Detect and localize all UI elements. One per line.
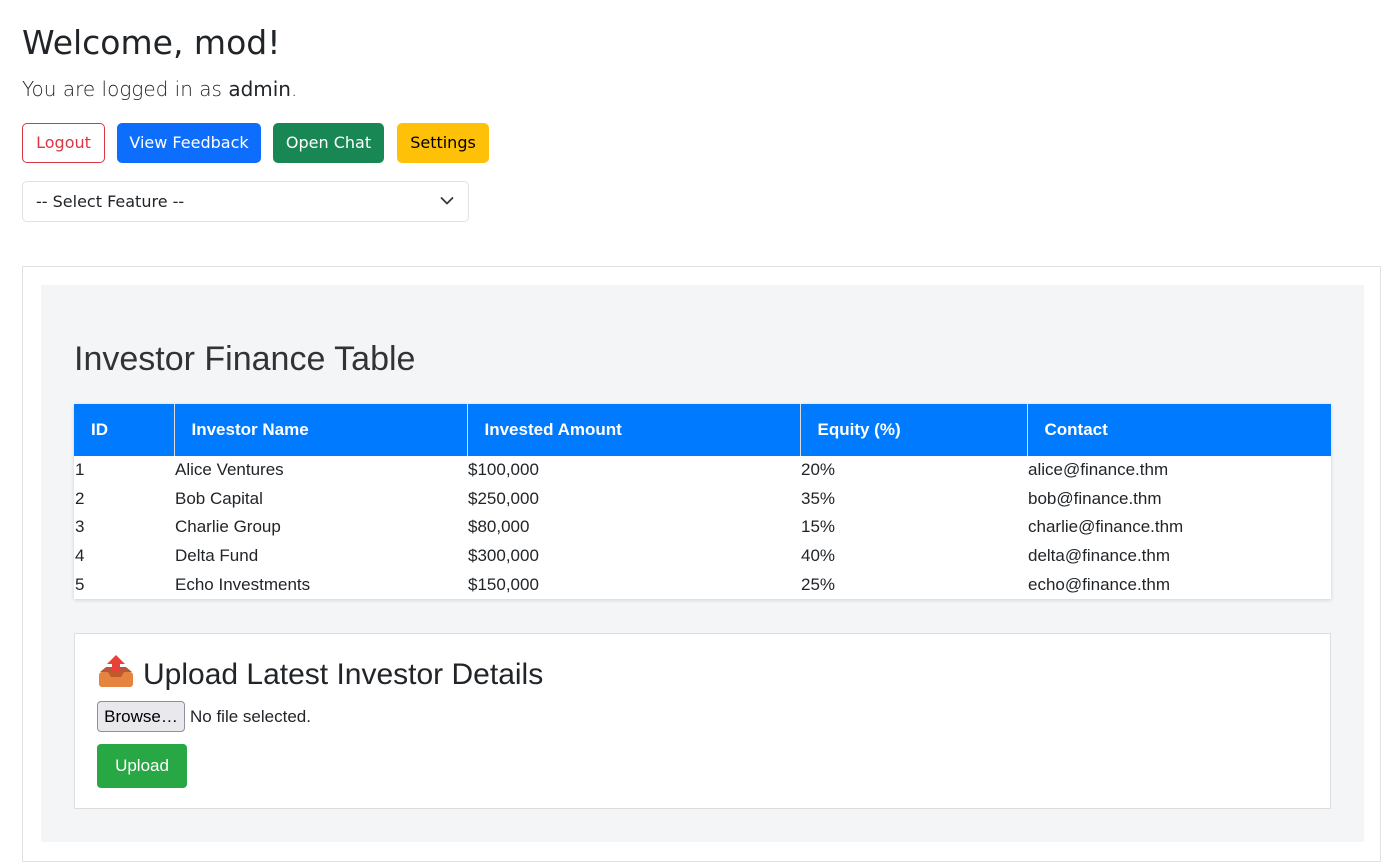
cell-id: 2: [75, 488, 85, 508]
table-header-row: ID Investor Name Invested Amount Equity …: [74, 404, 1331, 456]
cell-equity: 15%: [801, 517, 836, 537]
table-row: 5 Echo Investments $150,000 25% echo@fin…: [74, 570, 1331, 599]
cell-contact: delta@finance.thm: [1028, 546, 1171, 566]
browse-file-button[interactable]: Browse…: [97, 701, 185, 732]
cell-equity: 40%: [801, 546, 836, 566]
settings-button[interactable]: Settings: [397, 123, 489, 163]
column-header-equity: Equity (%): [800, 404, 1028, 456]
cell-contact: echo@finance.thm: [1028, 574, 1171, 594]
table-row: 4 Delta Fund $300,000 40% delta@finance.…: [74, 542, 1331, 571]
cell-invested-amount: $250,000: [468, 488, 539, 508]
view-feedback-button[interactable]: View Feedback: [117, 123, 261, 163]
cell-investor-name: Delta Fund: [175, 546, 259, 566]
upload-heading: Upload Latest Investor Details: [97, 654, 543, 694]
cell-contact: charlie@finance.thm: [1028, 517, 1184, 537]
investor-table: ID Investor Name Invested Amount Equity …: [74, 404, 1331, 599]
cell-id: 3: [75, 517, 85, 537]
upload-button[interactable]: Upload: [97, 744, 187, 788]
finance-table-title: Investor Finance Table: [74, 340, 416, 378]
table-row: 1 Alice Ventures $100,000 20% alice@fina…: [74, 456, 1331, 485]
cell-invested-amount: $300,000: [468, 546, 539, 566]
cell-id: 5: [75, 574, 85, 594]
finance-panel: Investor Finance Table ID Investor Name …: [41, 285, 1364, 842]
cell-invested-amount: $100,000: [468, 460, 539, 480]
feature-select-value: -- Select Feature --: [36, 192, 185, 211]
table-row: 3 Charlie Group $80,000 15% charlie@fina…: [74, 513, 1331, 542]
column-header-invested-amount: Invested Amount: [467, 404, 801, 456]
file-status-text: No file selected.: [190, 707, 311, 726]
table-row: 2 Bob Capital $250,000 35% bob@finance.t…: [74, 485, 1331, 514]
cell-equity: 20%: [801, 460, 836, 480]
cell-investor-name: Charlie Group: [175, 517, 281, 537]
cell-contact: bob@finance.thm: [1028, 488, 1162, 508]
open-chat-button[interactable]: Open Chat: [273, 123, 384, 163]
content-frame: Investor Finance Table ID Investor Name …: [22, 266, 1381, 862]
cell-id: 1: [75, 460, 85, 480]
cell-equity: 25%: [801, 574, 836, 594]
cell-equity: 35%: [801, 488, 836, 508]
login-status-prefix: You are logged in as: [22, 77, 229, 101]
cell-invested-amount: $80,000: [468, 517, 530, 537]
login-status-suffix: .: [290, 77, 298, 101]
welcome-heading: Welcome, mod!: [22, 23, 281, 62]
cell-investor-name: Echo Investments: [175, 574, 311, 594]
column-header-investor-name: Investor Name: [174, 404, 468, 456]
feature-select[interactable]: -- Select Feature --: [22, 181, 469, 222]
chevron-down-icon: [440, 197, 454, 205]
page: Welcome, mod! You are logged in as admin…: [0, 0, 1398, 867]
cell-id: 4: [75, 546, 85, 566]
column-header-contact: Contact: [1027, 404, 1331, 456]
cell-invested-amount: $150,000: [468, 574, 539, 594]
cell-contact: alice@finance.thm: [1028, 460, 1169, 480]
column-header-id: ID: [74, 404, 175, 456]
cell-investor-name: Bob Capital: [175, 488, 263, 508]
upload-title-text: Upload Latest Investor Details: [143, 658, 544, 691]
upload-card: Upload Latest Investor Details Browse… N…: [74, 633, 1331, 809]
cell-investor-name: Alice Ventures: [175, 460, 284, 480]
logout-button[interactable]: Logout: [22, 123, 105, 163]
outbox-tray-icon: [99, 655, 133, 687]
login-username: admin: [228, 77, 291, 101]
login-status: You are logged in as admin.: [22, 75, 297, 103]
